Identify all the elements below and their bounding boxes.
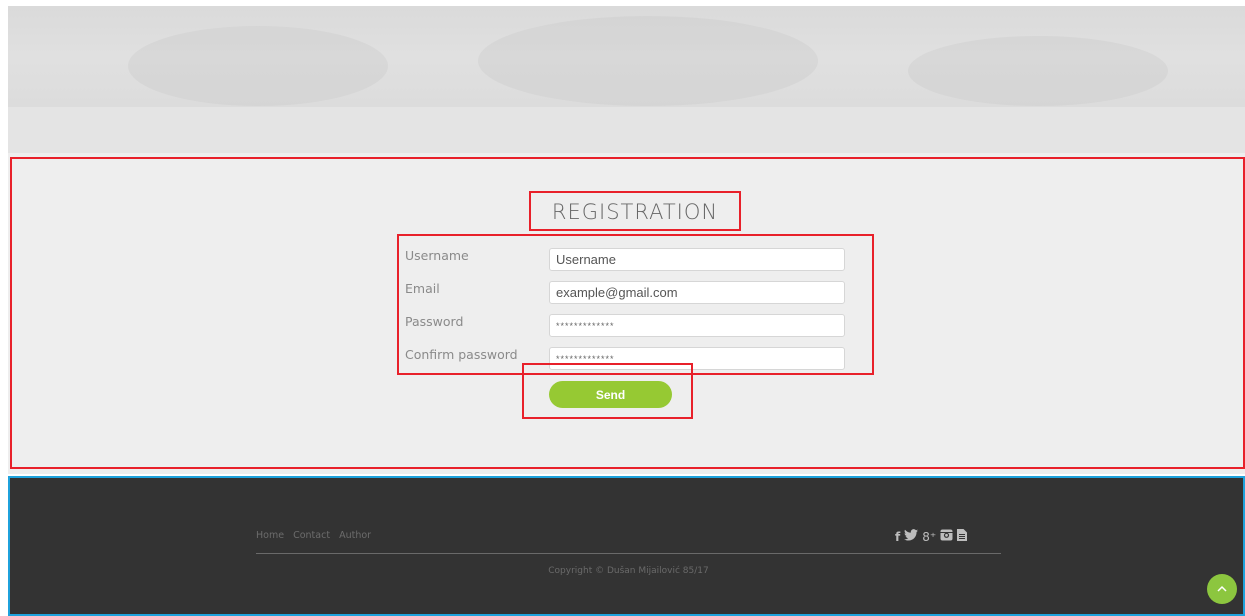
send-button[interactable]: Send xyxy=(549,381,672,408)
registration-title: REGISTRATION xyxy=(551,200,719,224)
confirm-password-field[interactable] xyxy=(549,347,845,370)
footer-divider xyxy=(256,553,1001,554)
document-icon[interactable] xyxy=(957,529,968,544)
google-plus-icon[interactable]: 8⁺ xyxy=(922,530,936,544)
hero-lower-band xyxy=(8,107,1245,153)
password-label: Password xyxy=(405,314,464,329)
password-field[interactable] xyxy=(549,314,845,337)
twitter-icon[interactable] xyxy=(904,529,919,544)
chevron-up-icon xyxy=(1217,585,1227,592)
hero-banner xyxy=(8,6,1245,107)
hero-blur-shape xyxy=(128,26,388,106)
footer-link-contact[interactable]: Contact xyxy=(293,530,330,541)
instagram-icon[interactable] xyxy=(940,529,953,544)
email-label: Email xyxy=(405,281,440,296)
facebook-icon[interactable]: f xyxy=(895,530,900,544)
confirm-password-label: Confirm password xyxy=(405,347,518,362)
username-label: Username xyxy=(405,248,469,263)
copyright-text: Copyright © Dušan Mijailović 85/17 xyxy=(548,566,709,576)
footer-nav: Home Contact Author xyxy=(256,530,377,541)
username-field[interactable] xyxy=(549,248,845,271)
hero-blur-shape xyxy=(478,16,818,106)
footer-link-author[interactable]: Author xyxy=(339,530,371,541)
hero-blur-shape xyxy=(908,36,1168,106)
scroll-to-top-button[interactable] xyxy=(1207,574,1237,604)
footer-link-home[interactable]: Home xyxy=(256,530,284,541)
email-field[interactable] xyxy=(549,281,845,304)
footer xyxy=(8,477,1245,616)
social-links: f 8⁺ xyxy=(895,529,968,544)
